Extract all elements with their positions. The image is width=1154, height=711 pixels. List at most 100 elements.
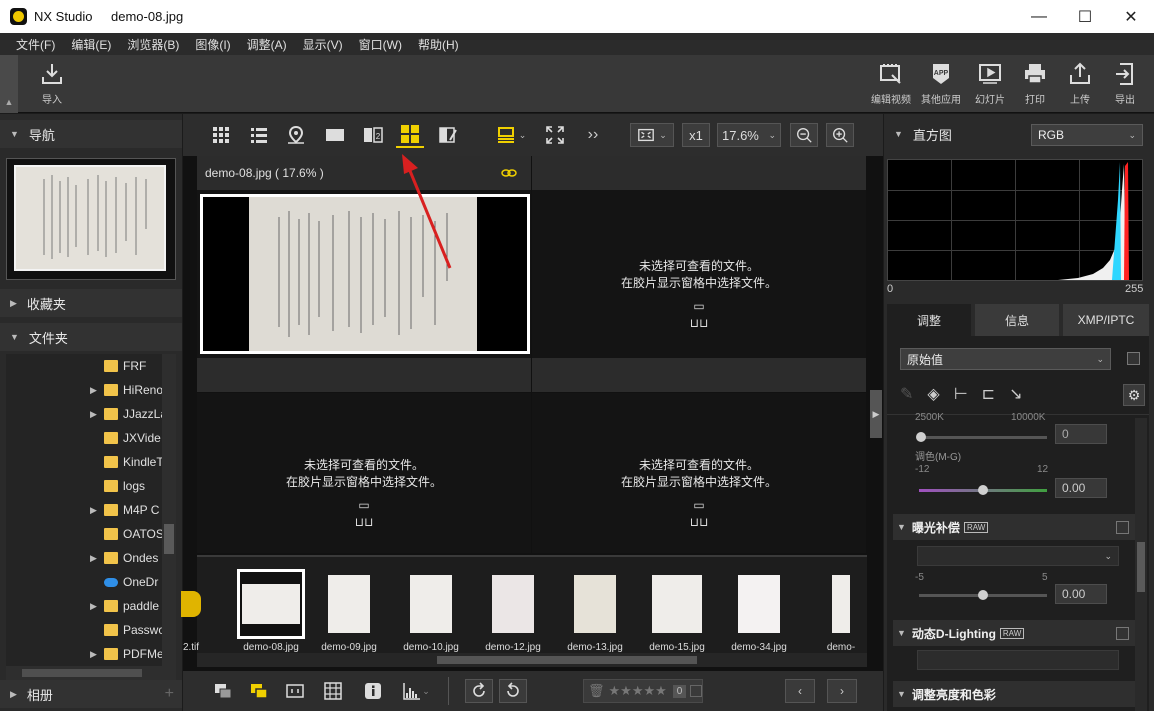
menu-browser[interactable]: 浏览器(B) [119,36,187,53]
collapse-right-panel-button[interactable]: ▶ [870,390,882,438]
add-album-icon[interactable]: + [165,685,174,703]
trash-icon[interactable]: 🗑 [588,683,605,699]
rotate-right-button[interactable] [499,679,527,703]
folder-item[interactable]: OATOS [6,522,176,546]
expand-arrow-icon[interactable]: ▶ [90,601,104,612]
folder-hscrollbar[interactable] [6,666,176,680]
zoom-1x-button[interactable]: x1 [682,123,710,147]
star-icon[interactable]: ★ [643,683,655,699]
brightness-section-header[interactable]: ▼ 调整亮度和色彩 [893,681,1137,707]
expand-arrow-icon[interactable]: ▶ [90,553,104,564]
compare-pane-3[interactable]: 未选择可查看的文件。 在胶片显示窗格中选择文件。 ▭ ⊔⊔ [197,393,531,553]
sync-link-icon[interactable] [501,167,517,179]
menu-file[interactable]: 文件(F) [8,36,63,53]
star-icon[interactable]: ★ [632,683,644,699]
folder-item[interactable]: Passwo [6,618,176,642]
filmstrip-scrollbar[interactable] [197,653,867,667]
fullscreen-button[interactable] [541,122,569,148]
more-tools-button[interactable]: ›› [579,122,607,148]
folder-item[interactable]: ▶ M4P C [6,498,176,522]
compare-pane-2[interactable]: 未选择可查看的文件。 在胶片显示窗格中选择文件。 ▭ ⊔⊔ [532,156,866,392]
tab-adjust[interactable]: 调整 [887,304,971,336]
favorites-header[interactable]: ▶ 收藏夹 [0,289,182,317]
rotate-left-button[interactable] [465,679,493,703]
folder-item[interactable]: JXVide [6,426,176,450]
stack-button[interactable] [209,679,237,703]
slideshow-button[interactable]: 幻灯片 [965,61,1015,109]
film-thumbnail[interactable]: demo-15.jpg [643,569,711,653]
film-thumbnail[interactable]: demo-13.jpg [561,569,629,653]
wb-slider-knob[interactable] [916,432,926,442]
upload-button[interactable]: 上传 [1055,61,1105,109]
zoom-select[interactable]: 17.6% ⌄ [717,123,781,147]
scroll-thumb[interactable] [22,669,142,677]
maximize-button[interactable]: ☐ [1062,0,1108,33]
albums-header[interactable]: ▶ 相册 + [0,680,182,708]
minimize-button[interactable]: — [1016,0,1062,33]
film-thumbnail[interactable]: 2.tif [157,569,225,653]
compare-4-button[interactable] [396,122,424,148]
menu-edit[interactable]: 编辑(E) [63,36,119,53]
map-view-button[interactable] [282,122,310,148]
exposure-section-header[interactable]: ▼ 曝光补偿 RAW [893,514,1137,540]
adl-checkbox[interactable] [1116,626,1129,640]
film-thumbnail[interactable]: demo- [807,569,875,653]
zoom-out-button[interactable] [790,123,818,147]
previous-image-button[interactable]: ‹ [785,679,815,703]
crop-frame-button[interactable] [281,679,309,703]
grid-view-button[interactable] [207,122,235,148]
navigation-thumbnail[interactable] [6,158,176,280]
import-button[interactable]: 导入 [27,61,77,109]
fit-screen-dropdown[interactable]: ⌄ [630,123,674,147]
compare-pane-4[interactable]: 未选择可查看的文件。 在胶片显示窗格中选择文件。 ▭ ⊔⊔ [532,393,866,553]
expand-arrow-icon[interactable]: ▶ [90,385,104,396]
preset-select[interactable]: 原始值 ⌄ [900,348,1111,370]
retouch-brush-icon[interactable]: ✎ [900,384,913,404]
other-apps-button[interactable]: APP 其他应用 [916,61,966,109]
menu-view[interactable]: 显示(V) [295,36,351,53]
close-button[interactable]: ✕ [1108,0,1154,33]
expand-arrow-icon[interactable]: ▶ [90,505,104,516]
filmstrip-layout-dropdown[interactable]: ⌄ [493,122,529,148]
perspective-icon[interactable]: ↘ [1009,384,1022,404]
stack-yellow-button[interactable] [245,679,273,703]
scroll-thumb[interactable] [1137,542,1145,592]
compare-pane-1[interactable]: demo-08.jpg ( 17.6% ) [197,156,531,392]
exposure-preset-select[interactable]: ⌄ [917,546,1119,566]
folder-item[interactable]: logs [6,474,176,498]
expand-arrow-icon[interactable]: ▶ [90,649,104,660]
folder-item[interactable]: ▶ Ondes [6,546,176,570]
rating-control[interactable]: 🗑 ★ ★ ★ ★ ★ 0 [583,679,703,703]
wb-value-input[interactable]: 0 [1055,424,1107,444]
star-icon[interactable]: ★ [609,683,621,699]
wb-slider-track[interactable] [919,436,1047,439]
menu-window[interactable]: 窗口(W) [351,36,410,53]
single-view-button[interactable] [321,122,349,148]
zoom-in-button[interactable] [826,123,854,147]
grid-overlay-button[interactable] [319,679,347,703]
compare-2-button[interactable]: 2 [359,122,387,148]
film-thumbnail[interactable]: demo-12.jpg [479,569,547,653]
exposure-checkbox[interactable] [1116,520,1129,534]
straighten-icon[interactable]: ⊢ [954,384,968,404]
star-icon[interactable]: ★ [620,683,632,699]
folder-item[interactable]: KindleT [6,450,176,474]
menu-adjust[interactable]: 调整(A) [239,36,295,53]
info-button[interactable] [359,679,387,703]
navigation-header[interactable]: ▼ 导航 [0,120,182,148]
adl-select[interactable] [917,650,1119,670]
star-icon[interactable]: ★ [655,683,667,699]
label-icon[interactable] [690,685,702,697]
film-thumbnail[interactable]: demo-34.jpg [725,569,793,653]
folder-item[interactable]: ▶ paddle [6,594,176,618]
preset-checkbox[interactable] [1127,352,1140,365]
print-button[interactable]: 打印 [1010,61,1060,109]
tint-value-input[interactable]: 0.00 [1055,478,1107,498]
edit-video-button[interactable]: 编辑视频 [866,61,916,109]
film-thumbnail[interactable]: demo-09.jpg [315,569,383,653]
menu-image[interactable]: 图像(I) [187,36,238,53]
export-button[interactable]: 导出 [1100,61,1150,109]
folder-item[interactable]: ▶ JJazzLa [6,402,176,426]
settings-gear-icon[interactable]: ⚙ [1123,384,1145,406]
collapse-toolbar-button[interactable]: ▲ [0,55,18,113]
